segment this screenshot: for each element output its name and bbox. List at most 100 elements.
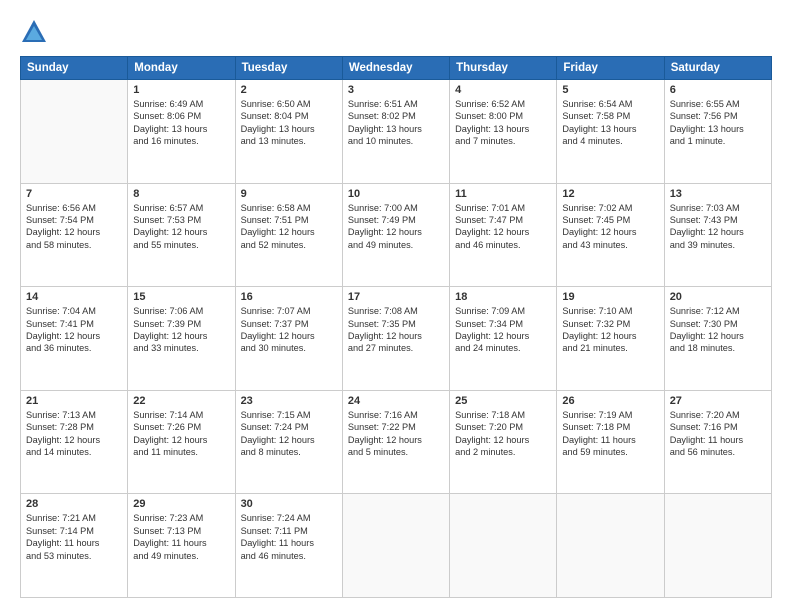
header xyxy=(20,18,772,46)
calendar-cell xyxy=(664,494,771,598)
day-info: Sunrise: 7:19 AM Sunset: 7:18 PM Dayligh… xyxy=(562,409,658,459)
day-number: 12 xyxy=(562,188,658,200)
calendar-cell: 15 Sunrise: 7:06 AM Sunset: 7:39 PM Dayli… xyxy=(128,287,235,391)
calendar-week-5: 28 Sunrise: 7:21 AM Sunset: 7:14 PM Dayli… xyxy=(21,494,772,598)
day-number: 3 xyxy=(348,84,444,96)
day-info: Sunrise: 7:06 AM Sunset: 7:39 PM Dayligh… xyxy=(133,305,229,355)
day-number: 24 xyxy=(348,395,444,407)
calendar-cell: 3 Sunrise: 6:51 AM Sunset: 8:02 PM Daylig… xyxy=(342,80,449,184)
day-info: Sunrise: 6:56 AM Sunset: 7:54 PM Dayligh… xyxy=(26,202,122,252)
calendar-cell: 6 Sunrise: 6:55 AM Sunset: 7:56 PM Daylig… xyxy=(664,80,771,184)
calendar-cell: 11Sunrise: 7:01 AM Sunset: 7:47 PM Dayli… xyxy=(450,183,557,287)
day-number: 23 xyxy=(241,395,337,407)
calendar-cell: 24 Sunrise: 7:16 AM Sunset: 7:22 PM Dayli… xyxy=(342,390,449,494)
day-number: 26 xyxy=(562,395,658,407)
calendar-cell: 27 Sunrise: 7:20 AM Sunset: 7:16 PM Dayli… xyxy=(664,390,771,494)
day-info: Sunrise: 7:12 AM Sunset: 7:30 PM Dayligh… xyxy=(670,305,766,355)
day-info: Sunrise: 7:03 AM Sunset: 7:43 PM Dayligh… xyxy=(670,202,766,252)
day-info: Sunrise: 6:54 AM Sunset: 7:58 PM Dayligh… xyxy=(562,98,658,148)
calendar-cell: 17Sunrise: 7:08 AM Sunset: 7:35 PM Dayli… xyxy=(342,287,449,391)
calendar-cell xyxy=(21,80,128,184)
day-info: Sunrise: 6:49 AM Sunset: 8:06 PM Dayligh… xyxy=(133,98,229,148)
weekday-header-wednesday: Wednesday xyxy=(342,57,449,80)
calendar-cell xyxy=(342,494,449,598)
calendar-cell: 16 Sunrise: 7:07 AM Sunset: 7:37 PM Dayli… xyxy=(235,287,342,391)
day-info: Sunrise: 7:23 AM Sunset: 7:13 PM Dayligh… xyxy=(133,512,229,562)
day-number: 19 xyxy=(562,291,658,303)
day-info: Sunrise: 6:51 AM Sunset: 8:02 PM Dayligh… xyxy=(348,98,444,148)
day-info: Sunrise: 7:00 AM Sunset: 7:49 PM Dayligh… xyxy=(348,202,444,252)
calendar-cell: 21 Sunrise: 7:13 AM Sunset: 7:28 PM Dayli… xyxy=(21,390,128,494)
day-info: Sunrise: 7:18 AM Sunset: 7:20 PM Dayligh… xyxy=(455,409,551,459)
day-number: 29 xyxy=(133,498,229,510)
calendar-week-3: 14 Sunrise: 7:04 AM Sunset: 7:41 PM Dayli… xyxy=(21,287,772,391)
day-info: Sunrise: 7:15 AM Sunset: 7:24 PM Dayligh… xyxy=(241,409,337,459)
calendar-cell: 5Sunrise: 6:54 AM Sunset: 7:58 PM Daylig… xyxy=(557,80,664,184)
day-number: 30 xyxy=(241,498,337,510)
calendar-cell xyxy=(450,494,557,598)
day-info: Sunrise: 6:50 AM Sunset: 8:04 PM Dayligh… xyxy=(241,98,337,148)
day-number: 1 xyxy=(133,84,229,96)
page: SundayMondayTuesdayWednesdayThursdayFrid… xyxy=(0,0,792,612)
weekday-header-row: SundayMondayTuesdayWednesdayThursdayFrid… xyxy=(21,57,772,80)
day-info: Sunrise: 7:14 AM Sunset: 7:26 PM Dayligh… xyxy=(133,409,229,459)
weekday-header-monday: Monday xyxy=(128,57,235,80)
calendar-cell: 22 Sunrise: 7:14 AM Sunset: 7:26 PM Dayli… xyxy=(128,390,235,494)
day-info: Sunrise: 7:20 AM Sunset: 7:16 PM Dayligh… xyxy=(670,409,766,459)
weekday-header-friday: Friday xyxy=(557,57,664,80)
day-info: Sunrise: 7:04 AM Sunset: 7:41 PM Dayligh… xyxy=(26,305,122,355)
day-number: 14 xyxy=(26,291,122,303)
day-number: 21 xyxy=(26,395,122,407)
day-info: Sunrise: 7:13 AM Sunset: 7:28 PM Dayligh… xyxy=(26,409,122,459)
day-number: 20 xyxy=(670,291,766,303)
calendar-cell: 12 Sunrise: 7:02 AM Sunset: 7:45 PM Dayli… xyxy=(557,183,664,287)
calendar-cell: 28 Sunrise: 7:21 AM Sunset: 7:14 PM Dayli… xyxy=(21,494,128,598)
day-number: 27 xyxy=(670,395,766,407)
day-info: Sunrise: 6:52 AM Sunset: 8:00 PM Dayligh… xyxy=(455,98,551,148)
calendar-cell: 26 Sunrise: 7:19 AM Sunset: 7:18 PM Dayli… xyxy=(557,390,664,494)
calendar-cell: 20 Sunrise: 7:12 AM Sunset: 7:30 PM Dayli… xyxy=(664,287,771,391)
calendar-cell: 25 Sunrise: 7:18 AM Sunset: 7:20 PM Dayli… xyxy=(450,390,557,494)
calendar-week-4: 21 Sunrise: 7:13 AM Sunset: 7:28 PM Dayli… xyxy=(21,390,772,494)
day-info: Sunrise: 7:09 AM Sunset: 7:34 PM Dayligh… xyxy=(455,305,551,355)
day-number: 22 xyxy=(133,395,229,407)
day-number: 17 xyxy=(348,291,444,303)
weekday-header-saturday: Saturday xyxy=(664,57,771,80)
day-number: 16 xyxy=(241,291,337,303)
day-info: Sunrise: 6:55 AM Sunset: 7:56 PM Dayligh… xyxy=(670,98,766,148)
calendar-cell: 18 Sunrise: 7:09 AM Sunset: 7:34 PM Dayli… xyxy=(450,287,557,391)
calendar-cell xyxy=(557,494,664,598)
logo-icon xyxy=(20,18,48,46)
calendar-cell: 8Sunrise: 6:57 AM Sunset: 7:53 PM Daylig… xyxy=(128,183,235,287)
day-number: 10 xyxy=(348,188,444,200)
calendar-cell: 23 Sunrise: 7:15 AM Sunset: 7:24 PM Dayli… xyxy=(235,390,342,494)
day-info: Sunrise: 7:07 AM Sunset: 7:37 PM Dayligh… xyxy=(241,305,337,355)
logo xyxy=(20,18,51,46)
day-number: 15 xyxy=(133,291,229,303)
calendar-cell: 29 Sunrise: 7:23 AM Sunset: 7:13 PM Dayli… xyxy=(128,494,235,598)
day-info: Sunrise: 7:24 AM Sunset: 7:11 PM Dayligh… xyxy=(241,512,337,562)
day-number: 18 xyxy=(455,291,551,303)
calendar-cell: 7 Sunrise: 6:56 AM Sunset: 7:54 PM Daylig… xyxy=(21,183,128,287)
day-number: 13 xyxy=(670,188,766,200)
day-number: 9 xyxy=(241,188,337,200)
day-number: 6 xyxy=(670,84,766,96)
day-info: Sunrise: 7:16 AM Sunset: 7:22 PM Dayligh… xyxy=(348,409,444,459)
day-info: Sunrise: 6:58 AM Sunset: 7:51 PM Dayligh… xyxy=(241,202,337,252)
day-number: 4 xyxy=(455,84,551,96)
calendar-cell: 19 Sunrise: 7:10 AM Sunset: 7:32 PM Dayli… xyxy=(557,287,664,391)
day-info: Sunrise: 7:21 AM Sunset: 7:14 PM Dayligh… xyxy=(26,512,122,562)
day-number: 25 xyxy=(455,395,551,407)
calendar-cell: 13 Sunrise: 7:03 AM Sunset: 7:43 PM Dayli… xyxy=(664,183,771,287)
calendar-cell: 1 Sunrise: 6:49 AM Sunset: 8:06 PM Daylig… xyxy=(128,80,235,184)
calendar-table: SundayMondayTuesdayWednesdayThursdayFrid… xyxy=(20,56,772,598)
day-number: 2 xyxy=(241,84,337,96)
day-info: Sunrise: 7:10 AM Sunset: 7:32 PM Dayligh… xyxy=(562,305,658,355)
day-number: 7 xyxy=(26,188,122,200)
day-number: 28 xyxy=(26,498,122,510)
day-info: Sunrise: 7:01 AM Sunset: 7:47 PM Dayligh… xyxy=(455,202,551,252)
calendar-week-1: 1 Sunrise: 6:49 AM Sunset: 8:06 PM Daylig… xyxy=(21,80,772,184)
day-number: 8 xyxy=(133,188,229,200)
day-info: Sunrise: 7:02 AM Sunset: 7:45 PM Dayligh… xyxy=(562,202,658,252)
calendar-cell: 30 Sunrise: 7:24 AM Sunset: 7:11 PM Dayli… xyxy=(235,494,342,598)
